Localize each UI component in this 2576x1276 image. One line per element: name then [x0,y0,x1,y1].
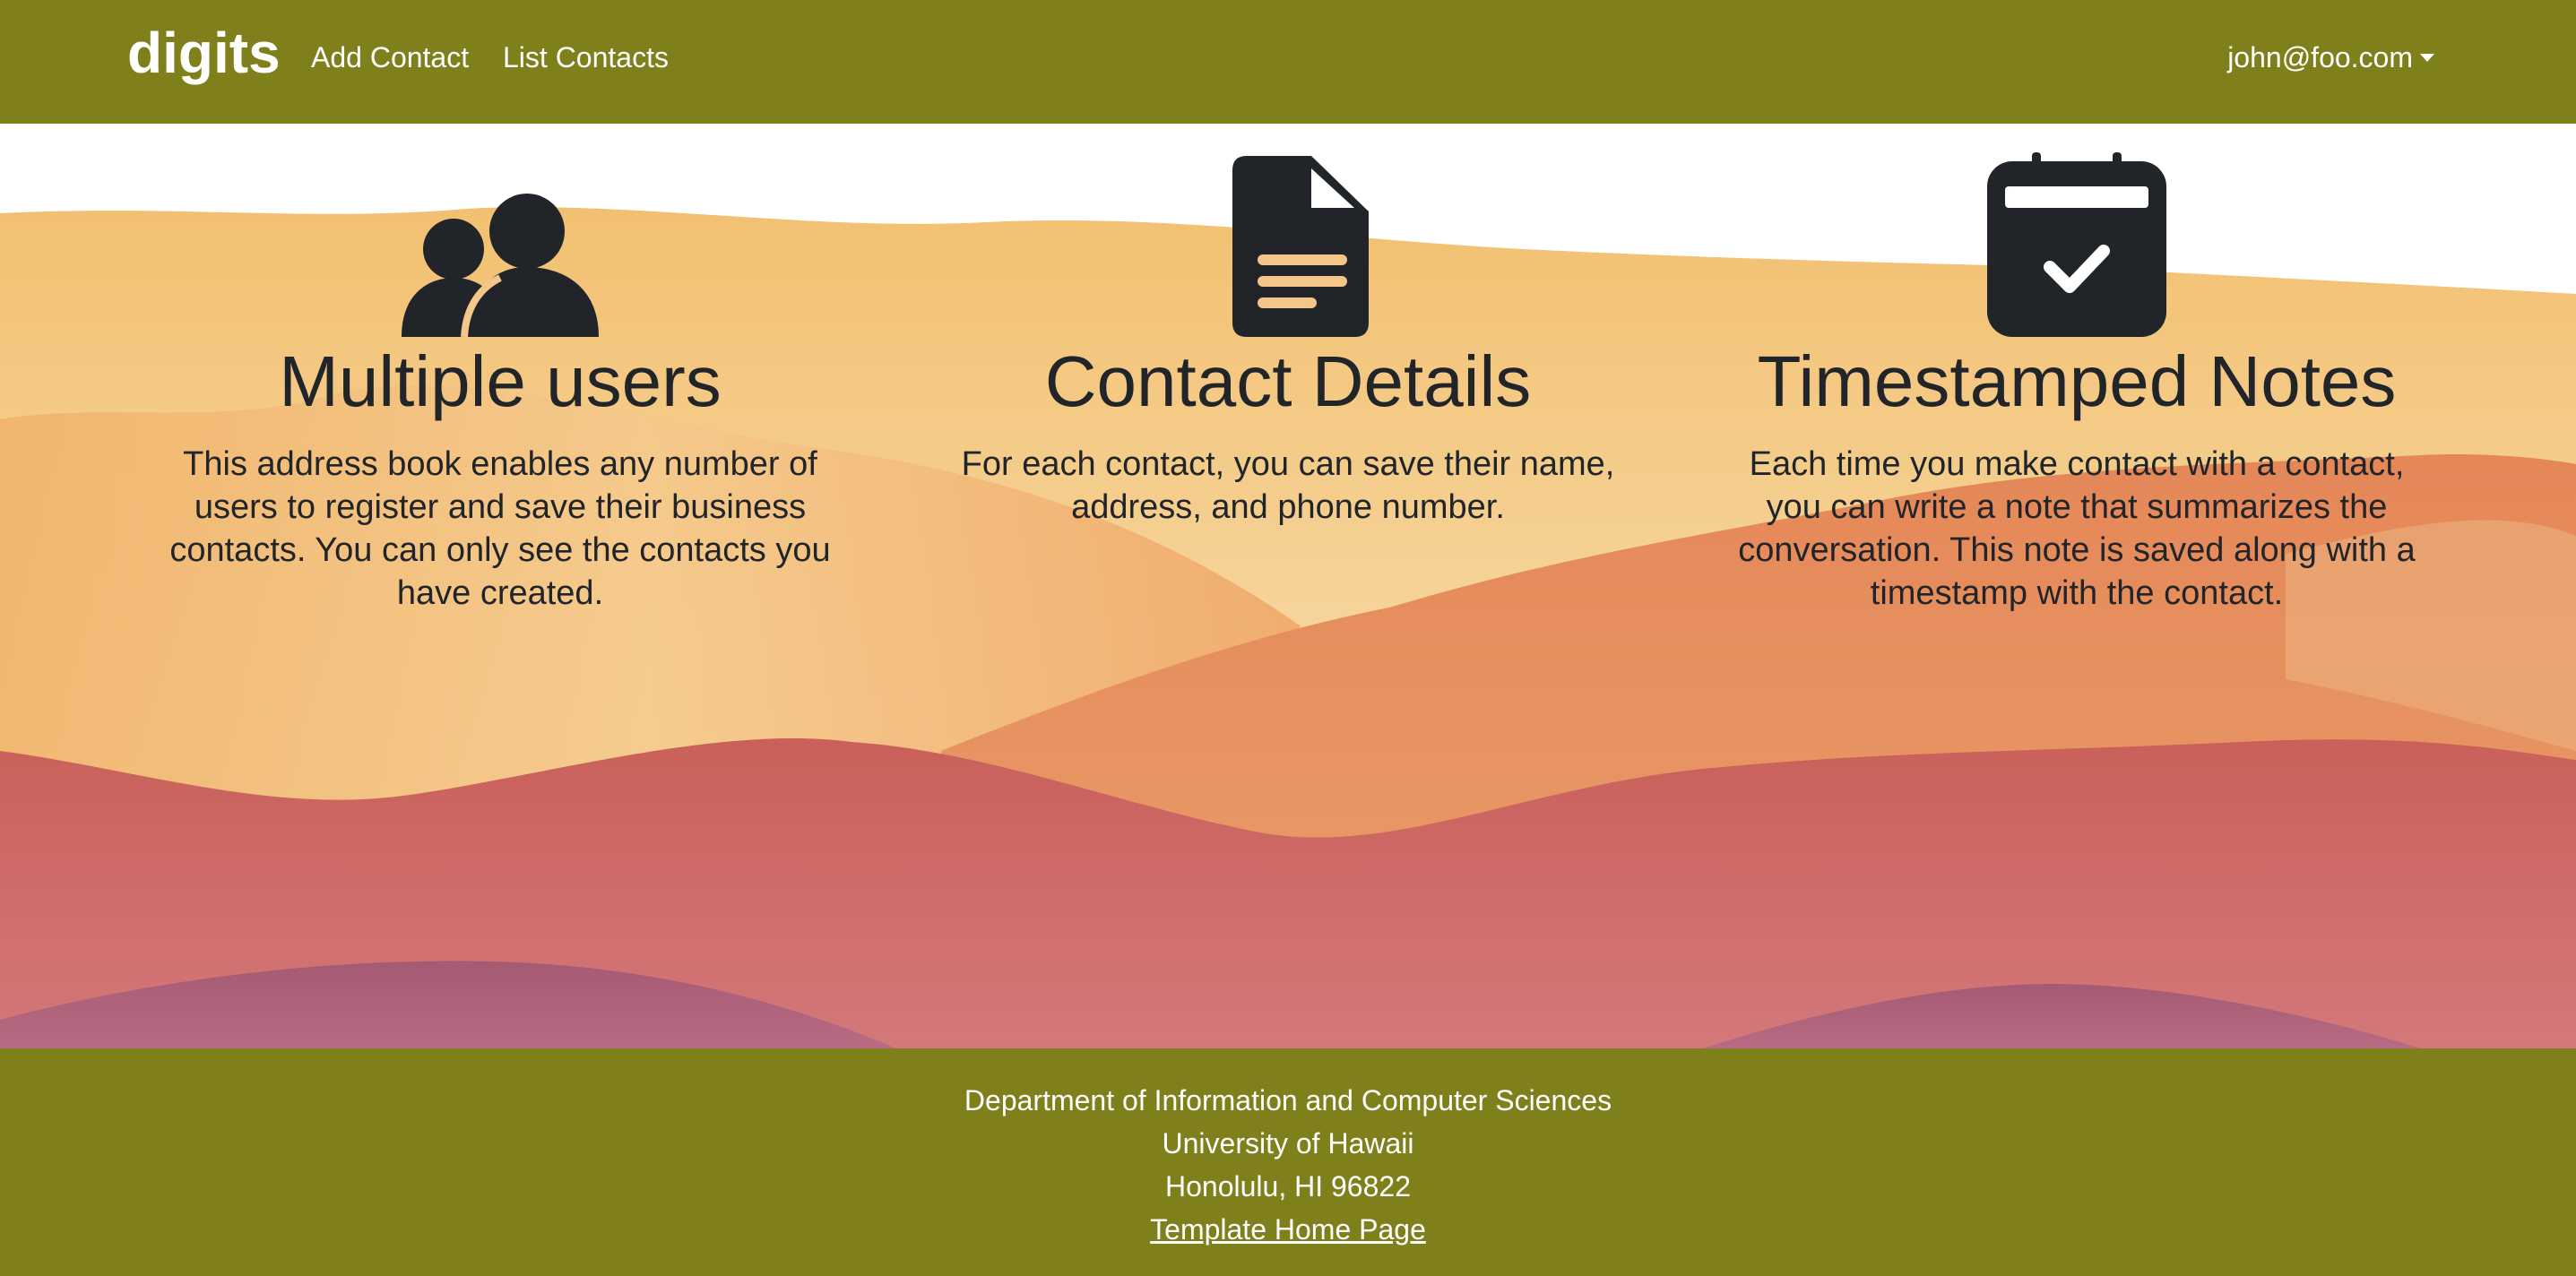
feature-description: Each time you make contact with a contac… [1738,445,2416,612]
users-icon [402,194,599,337]
file-lines-icon [1232,156,1369,337]
footer-university: University of Hawaii [1162,1127,1414,1160]
hero-section: Multiple users This address book enables… [0,124,2576,1048]
feature-multiple-users: Multiple users This address book enables… [133,152,868,615]
calendar-check-icon [1987,152,2166,337]
footer-department: Department of Information and Computer S… [964,1084,1612,1116]
feature-title: Multiple users [279,341,722,421]
feature-contact-details: Contact Details For each contact, you ca… [921,152,1655,529]
feature-description: This address book enables any number of … [169,445,831,612]
user-email: john@foo.com [2227,41,2413,73]
nav-add-contact[interactable]: Add Contact [311,41,469,74]
footer-address: Honolulu, HI 96822 [1165,1170,1411,1203]
caret-down-icon [2420,54,2434,62]
template-home-link[interactable]: Template Home Page [1150,1213,1426,1246]
feature-title: Contact Details [1044,341,1532,421]
footer: Department of Information and Computer S… [0,1048,2576,1276]
navbar: digits Add Contact List Contacts john@fo… [0,0,2576,124]
brand-logo[interactable]: digits [127,20,281,86]
feature-title: Timestamped Notes [1757,341,2397,421]
user-dropdown[interactable]: john@foo.com [2227,41,2434,74]
feature-timestamped-notes: Timestamped Notes Each time you make con… [1709,152,2444,615]
nav-list-contacts[interactable]: List Contacts [503,41,669,74]
feature-description: For each contact, you can save their nam… [961,445,1615,526]
